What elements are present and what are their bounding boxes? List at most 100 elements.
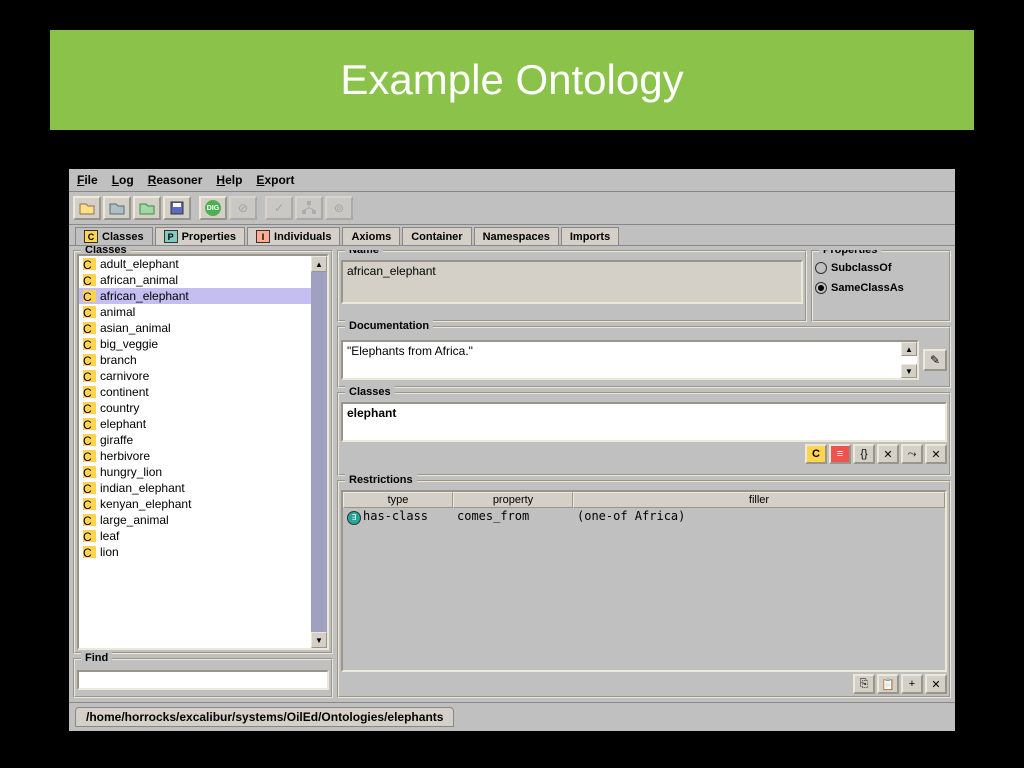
classes-group: Classes ▲ ▼ Cadult_elephantCafrican_anim… bbox=[73, 250, 333, 654]
tab-container[interactable]: Container bbox=[402, 227, 471, 245]
list-icon[interactable]: ≡ bbox=[829, 444, 851, 464]
tab-axioms[interactable]: Axioms bbox=[342, 227, 400, 245]
class-item-label: lion bbox=[100, 545, 119, 559]
property-badge-icon: P bbox=[164, 230, 178, 243]
class-item-label: african_animal bbox=[100, 273, 178, 287]
superclasses-box[interactable]: elephant bbox=[341, 402, 947, 442]
left-pane: Classes ▲ ▼ Cadult_elephantCafrican_anim… bbox=[73, 250, 333, 698]
scroll-down-icon[interactable]: ▼ bbox=[311, 632, 327, 648]
col-filler[interactable]: filler bbox=[573, 492, 945, 508]
class-badge-icon: C bbox=[83, 338, 96, 350]
edit-doc-icon[interactable]: ✎ bbox=[923, 349, 947, 371]
class-badge-icon: C bbox=[83, 354, 96, 366]
menu-log[interactable]: Log bbox=[112, 173, 134, 187]
class-list-item[interactable]: Ccountry bbox=[79, 400, 327, 416]
scroll-up-icon[interactable]: ▲ bbox=[311, 256, 327, 272]
name-value[interactable]: african_elephant bbox=[341, 260, 803, 304]
add-icon[interactable]: + bbox=[901, 674, 923, 694]
copy-icon[interactable]: ⎘ bbox=[853, 674, 875, 694]
class-item-label: continent bbox=[100, 385, 149, 399]
tools-icon[interactable]: ✕ bbox=[877, 444, 899, 464]
status-path[interactable]: /home/horrocks/excalibur/systems/OilEd/O… bbox=[75, 707, 454, 727]
class-list-item[interactable]: Ccarnivore bbox=[79, 368, 327, 384]
class-list-item[interactable]: Clarge_animal bbox=[79, 512, 327, 528]
radio-icon[interactable] bbox=[815, 282, 827, 294]
restrictions-group: Restrictions type property filler ∃has-c… bbox=[337, 480, 951, 698]
find-input[interactable] bbox=[77, 670, 329, 690]
individual-badge-icon: I bbox=[256, 230, 270, 243]
class-list-item[interactable]: Cleaf bbox=[79, 528, 327, 544]
class-list-item[interactable]: Cindian_elephant bbox=[79, 480, 327, 496]
class-badge-icon: C bbox=[83, 498, 96, 510]
wand-icon[interactable]: ⤳ bbox=[901, 444, 923, 464]
class-list-item[interactable]: Clion bbox=[79, 544, 327, 560]
delete-icon[interactable]: ✕ bbox=[925, 444, 947, 464]
tabstrip: CClasses PProperties IIndividuals Axioms… bbox=[69, 225, 955, 246]
class-list-item[interactable]: Ccontinent bbox=[79, 384, 327, 400]
braces-icon[interactable]: {} bbox=[853, 444, 875, 464]
paste-icon[interactable]: 📋 bbox=[877, 674, 899, 694]
class-list-item[interactable]: Cherbivore bbox=[79, 448, 327, 464]
class-list-item[interactable]: Ckenyan_elephant bbox=[79, 496, 327, 512]
statusbar: /home/horrocks/excalibur/systems/OilEd/O… bbox=[69, 702, 955, 731]
scrollbar-track[interactable] bbox=[311, 272, 327, 632]
menu-export[interactable]: Export bbox=[256, 173, 294, 187]
class-badge-icon: C bbox=[83, 530, 96, 542]
class-list-item[interactable]: Cafrican_elephant bbox=[79, 288, 327, 304]
col-type[interactable]: type bbox=[343, 492, 453, 508]
class-list[interactable]: ▲ ▼ Cadult_elephantCafrican_animalCafric… bbox=[77, 254, 329, 650]
class-item-label: branch bbox=[100, 353, 137, 367]
radio-sameclassas[interactable]: SameClassAs bbox=[815, 282, 947, 294]
globe-icon[interactable]: ⊘ bbox=[229, 196, 257, 220]
slide-title-banner: Example Ontology bbox=[50, 30, 974, 130]
class-badge-icon: C bbox=[84, 230, 98, 243]
class-list-item[interactable]: Chungry_lion bbox=[79, 464, 327, 480]
class-list-item[interactable]: Cbranch bbox=[79, 352, 327, 368]
radio-icon[interactable] bbox=[815, 262, 827, 274]
scroll-down-icon[interactable]: ▼ bbox=[901, 364, 917, 378]
restrictions-body[interactable]: ∃has-class comes_from (one-of Africa) bbox=[343, 508, 945, 670]
app-window: FFileile Log Reasoner Help Export DIG ⊘ … bbox=[68, 168, 956, 732]
properties-group-title: Properties bbox=[819, 250, 881, 256]
class-list-item[interactable]: Celephant bbox=[79, 416, 327, 432]
open-icon[interactable] bbox=[73, 196, 101, 220]
tab-imports[interactable]: Imports bbox=[561, 227, 619, 245]
open3-icon[interactable] bbox=[133, 196, 161, 220]
radio-subclassof[interactable]: SubclassOf bbox=[815, 262, 947, 274]
class-list-item[interactable]: Cafrican_animal bbox=[79, 272, 327, 288]
class-c-icon[interactable]: C bbox=[805, 444, 827, 464]
class-item-label: country bbox=[100, 401, 139, 415]
class-list-item[interactable]: Canimal bbox=[79, 304, 327, 320]
class-list-item[interactable]: Cbig_veggie bbox=[79, 336, 327, 352]
col-property[interactable]: property bbox=[453, 492, 573, 508]
class-list-item[interactable]: Cadult_elephant bbox=[79, 256, 327, 272]
check-icon[interactable]: ✓ bbox=[265, 196, 293, 220]
class-list-item[interactable]: Cgiraffe bbox=[79, 432, 327, 448]
tab-classes[interactable]: CClasses bbox=[75, 227, 153, 245]
tab-individuals[interactable]: IIndividuals bbox=[247, 227, 340, 245]
properties-group: Properties SubclassOf SameClassAs bbox=[811, 250, 951, 322]
slide-title-text: Example Ontology bbox=[340, 56, 683, 104]
superclasses-group: Classes elephant C ≡ {} ✕ ⤳ ✕ bbox=[337, 392, 951, 476]
documentation-box[interactable]: "Elephants from Africa." ▲ ▼ bbox=[341, 340, 919, 380]
menu-reasoner[interactable]: Reasoner bbox=[148, 173, 203, 187]
tab-properties[interactable]: PProperties bbox=[155, 227, 245, 245]
dig-icon[interactable]: DIG bbox=[199, 196, 227, 220]
class-list-item[interactable]: Casian_animal bbox=[79, 320, 327, 336]
open2-icon[interactable] bbox=[103, 196, 131, 220]
restriction-buttons: ⎘ 📋 + ✕ bbox=[341, 674, 947, 694]
relations-icon[interactable]: ⊚ bbox=[325, 196, 353, 220]
class-item-label: kenyan_elephant bbox=[100, 497, 191, 511]
menu-help[interactable]: Help bbox=[216, 173, 242, 187]
remove-icon[interactable]: ✕ bbox=[925, 674, 947, 694]
scroll-up-icon[interactable]: ▲ bbox=[901, 342, 917, 356]
class-badge-icon: C bbox=[83, 258, 96, 270]
menubar: FFileile Log Reasoner Help Export bbox=[69, 169, 955, 192]
content-area: Classes ▲ ▼ Cadult_elephantCafrican_anim… bbox=[69, 246, 955, 702]
tree-icon[interactable] bbox=[295, 196, 323, 220]
tab-namespaces[interactable]: Namespaces bbox=[474, 227, 559, 245]
restriction-row[interactable]: ∃has-class comes_from (one-of Africa) bbox=[343, 508, 945, 526]
menu-file[interactable]: FFileile bbox=[77, 173, 98, 187]
documentation-text: "Elephants from Africa." bbox=[347, 344, 473, 358]
save-icon[interactable] bbox=[163, 196, 191, 220]
